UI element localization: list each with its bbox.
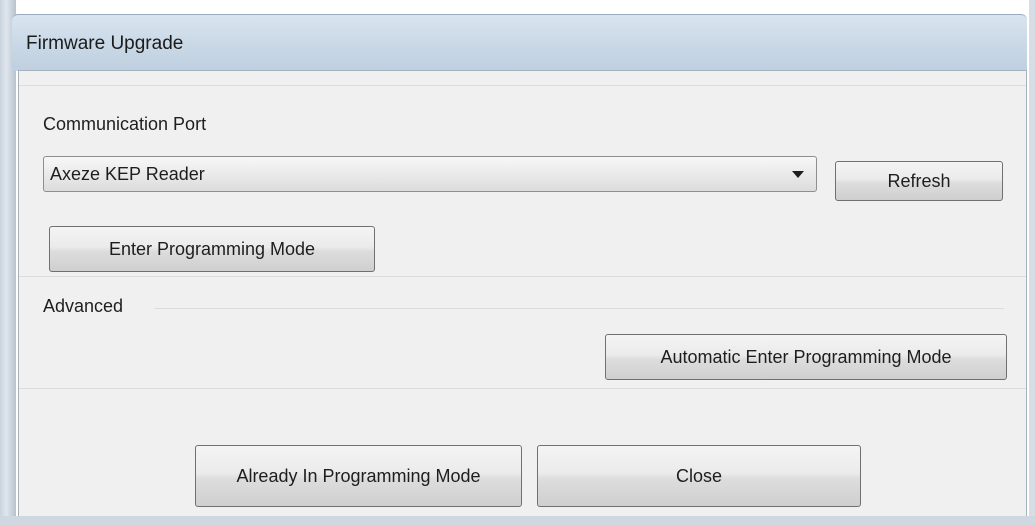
- automatic-enter-programming-mode-button[interactable]: Automatic Enter Programming Mode: [605, 334, 1007, 380]
- refresh-button[interactable]: Refresh: [835, 161, 1003, 201]
- selected-port-value: Axeze KEP Reader: [50, 164, 205, 184]
- advanced-group: Advanced Automatic Enter Programming Mod…: [19, 276, 1026, 389]
- dropdown-arrow-icon[interactable]: [792, 171, 804, 178]
- communication-port-group: Communication Port Axeze KEP Reader Refr…: [19, 85, 1026, 277]
- enter-programming-mode-button[interactable]: Enter Programming Mode: [49, 226, 375, 272]
- window-frame-right: [1029, 0, 1035, 525]
- communication-port-dropdown[interactable]: Axeze KEP Reader: [43, 156, 817, 192]
- close-button[interactable]: Close: [537, 445, 861, 507]
- advanced-separator: [154, 308, 1004, 309]
- firmware-upgrade-window: Firmware Upgrade Communication Port Axez…: [0, 0, 1035, 525]
- already-in-programming-mode-button[interactable]: Already In Programming Mode: [195, 445, 522, 507]
- advanced-label: Advanced: [43, 296, 124, 316]
- dialog-client-area: Communication Port Axeze KEP Reader Refr…: [18, 70, 1027, 518]
- window-frame-left: [0, 0, 16, 525]
- title-bar[interactable]: Firmware Upgrade: [12, 14, 1027, 71]
- communication-port-label: Communication Port: [43, 114, 207, 134]
- window-title: Firmware Upgrade: [26, 33, 184, 54]
- window-frame-bottom: [0, 516, 1035, 525]
